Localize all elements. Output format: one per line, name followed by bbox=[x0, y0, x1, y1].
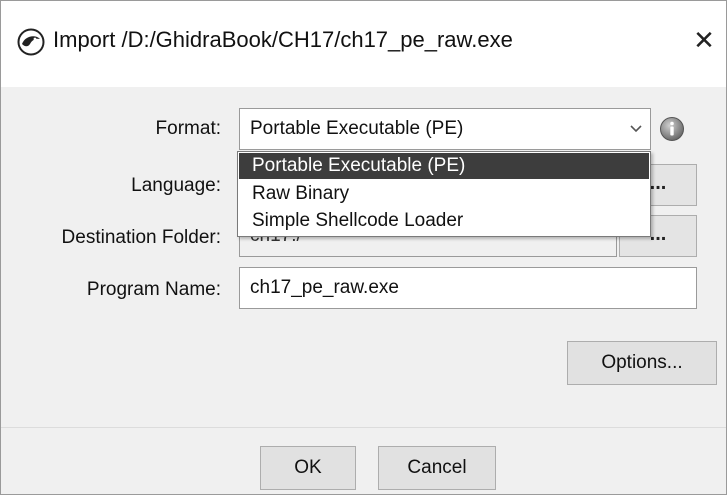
dropdown-option-raw-binary[interactable]: Raw Binary bbox=[239, 181, 649, 207]
window-title: Import /D:/GhidraBook/CH17/ch17_pe_raw.e… bbox=[53, 27, 513, 52]
ghidra-dragon-icon bbox=[17, 28, 45, 56]
program-name-value: ch17_pe_raw.exe bbox=[250, 277, 399, 298]
format-selected-value: Portable Executable (PE) bbox=[250, 118, 464, 139]
format-label: Format: bbox=[155, 118, 221, 139]
close-icon[interactable]: ✕ bbox=[689, 23, 719, 57]
dropdown-option-shellcode-loader[interactable]: Simple Shellcode Loader bbox=[239, 208, 649, 234]
language-label: Language: bbox=[131, 175, 221, 196]
form-panel: Format: Portable Executable (PE) Languag… bbox=[1, 87, 726, 427]
options-button[interactable]: Options... bbox=[567, 341, 717, 385]
program-name-label: Program Name: bbox=[86, 279, 221, 300]
import-dialog: Import /D:/GhidraBook/CH17/ch17_pe_raw.e… bbox=[0, 0, 727, 495]
chevron-down-icon[interactable] bbox=[623, 109, 649, 149]
ok-button[interactable]: OK bbox=[260, 446, 356, 490]
button-bar: OK Cancel bbox=[1, 428, 726, 494]
destination-folder-label: Destination Folder: bbox=[61, 227, 221, 248]
format-combobox[interactable]: Portable Executable (PE) bbox=[239, 108, 651, 150]
title-bar: Import /D:/GhidraBook/CH17/ch17_pe_raw.e… bbox=[1, 1, 726, 87]
info-icon[interactable] bbox=[659, 116, 685, 142]
dropdown-option-pe[interactable]: Portable Executable (PE) bbox=[239, 153, 649, 179]
program-name-input[interactable]: ch17_pe_raw.exe bbox=[239, 267, 697, 309]
cancel-button[interactable]: Cancel bbox=[378, 446, 496, 490]
format-dropdown-list: Portable Executable (PE) Raw Binary Simp… bbox=[237, 151, 651, 237]
